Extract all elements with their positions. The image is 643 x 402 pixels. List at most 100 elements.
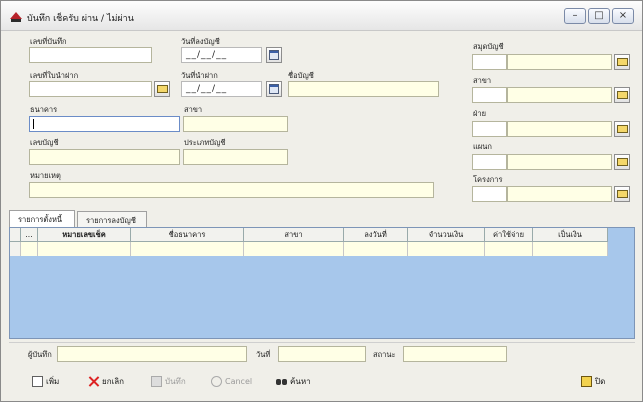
lookup-icon bbox=[617, 58, 628, 66]
ledger-code-field[interactable] bbox=[472, 54, 507, 70]
table-cell[interactable] bbox=[38, 242, 131, 256]
window-title: บันทึก เช็ครับ ผ่าน / ไม่ผ่าน bbox=[27, 14, 134, 24]
record-date-field[interactable]: __/__/__ bbox=[181, 47, 262, 63]
table-cell[interactable] bbox=[485, 242, 533, 256]
items-grid[interactable]: ... หมายเลขเช็ค ชื่อธนาคาร สาขา ลงวันที่… bbox=[9, 227, 635, 339]
exit-door-icon bbox=[581, 375, 592, 387]
lookup-icon bbox=[617, 158, 628, 166]
division-lookup-button[interactable] bbox=[614, 121, 630, 137]
deposit-date-field[interactable]: __/__/__ bbox=[181, 81, 262, 97]
grid-column-header[interactable]: สาขา bbox=[244, 228, 344, 242]
side-branch-label: สาขา bbox=[473, 76, 492, 85]
cancel-button-label: Cancel bbox=[225, 376, 253, 386]
department-lookup-button[interactable] bbox=[614, 154, 630, 170]
table-cell[interactable] bbox=[408, 242, 485, 256]
department-name-field bbox=[507, 154, 612, 170]
save-button[interactable]: บันทึก bbox=[151, 373, 186, 389]
floppy-icon bbox=[151, 375, 162, 387]
lookup-icon bbox=[617, 91, 628, 99]
record-date-picker-button[interactable] bbox=[266, 47, 282, 63]
remark-field[interactable] bbox=[29, 182, 434, 198]
tab-debt-items[interactable]: รายการตั้งหนี้ bbox=[9, 210, 75, 228]
table-cell[interactable] bbox=[244, 242, 344, 256]
footer-date-label: วันที่ bbox=[256, 350, 271, 359]
account-type-label: ประเภทบัญชี bbox=[184, 138, 226, 147]
minimize-button[interactable]: – bbox=[564, 8, 586, 24]
side-branch-code-field[interactable] bbox=[472, 87, 507, 103]
deposit-slip-field[interactable] bbox=[29, 81, 152, 97]
ledger-name-field bbox=[507, 54, 612, 70]
division-label: ฝ่าย bbox=[473, 109, 487, 118]
new-button-label: เพิ่ม bbox=[46, 376, 60, 386]
grid-column-header[interactable]: ลงวันที่ bbox=[344, 228, 408, 242]
delete-button-label: ยกเลิก bbox=[102, 376, 125, 386]
side-branch-name-field bbox=[507, 87, 612, 103]
find-button-label: ค้นหา bbox=[290, 376, 311, 386]
grid-column-header[interactable]: ชื่อธนาคาร bbox=[131, 228, 244, 242]
lookup-icon bbox=[617, 190, 628, 198]
new-document-icon bbox=[32, 375, 43, 387]
bank-label: ธนาคาร bbox=[30, 105, 58, 114]
close-button[interactable]: ปิด bbox=[581, 373, 605, 389]
table-cell[interactable] bbox=[533, 242, 608, 256]
table-row[interactable] bbox=[10, 242, 608, 256]
ledger-label: สมุดบัญชี bbox=[473, 42, 504, 51]
table-cell[interactable] bbox=[131, 242, 244, 256]
find-button[interactable]: ค้นหา bbox=[276, 373, 311, 389]
grid-header: ... หมายเลขเช็ค ชื่อธนาคาร สาขา ลงวันที่… bbox=[10, 228, 608, 242]
binoculars-icon bbox=[276, 376, 287, 387]
grid-column-header[interactable]: จำนวนเงิน bbox=[408, 228, 485, 242]
project-label: โครงการ bbox=[473, 175, 503, 184]
table-cell[interactable] bbox=[21, 242, 38, 256]
maximize-button[interactable]: □ bbox=[588, 8, 610, 24]
close-button-label: ปิด bbox=[595, 376, 606, 386]
status-field bbox=[403, 346, 507, 362]
grid-indicator-header bbox=[10, 228, 21, 242]
division-name-field bbox=[507, 121, 612, 137]
grid-column-header[interactable]: ค่าใช้จ่าย bbox=[485, 228, 533, 242]
app-icon bbox=[10, 12, 22, 22]
status-label: สถานะ bbox=[373, 350, 396, 359]
table-cell[interactable] bbox=[344, 242, 408, 256]
delete-button[interactable]: ยกเลิก bbox=[88, 373, 124, 389]
account-name-field[interactable] bbox=[288, 81, 439, 97]
main-window: บันทึก เช็ครับ ผ่าน / ไม่ผ่าน – □ × เลขท… bbox=[0, 0, 643, 402]
account-type-field[interactable] bbox=[183, 149, 288, 165]
project-lookup-button[interactable] bbox=[614, 186, 630, 202]
lookup-icon bbox=[617, 125, 628, 133]
deposit-date-picker-button[interactable] bbox=[266, 81, 282, 97]
account-no-label: เลขบัญชี bbox=[30, 138, 59, 147]
record-no-field[interactable] bbox=[29, 47, 152, 63]
branch-label: สาขา bbox=[184, 105, 203, 114]
branch-field[interactable] bbox=[183, 116, 288, 132]
recorder-label: ผู้บันทึก bbox=[28, 350, 52, 359]
remark-label: หมายเหตุ bbox=[30, 171, 61, 180]
row-indicator bbox=[10, 242, 21, 256]
department-label: แผนก bbox=[473, 142, 492, 151]
grid-column-header[interactable]: หมายเลขเช็ค bbox=[38, 228, 131, 242]
close-window-button[interactable]: × bbox=[612, 8, 634, 24]
department-code-field[interactable] bbox=[472, 154, 507, 170]
project-code-field[interactable] bbox=[472, 186, 507, 202]
tab-ledger-items[interactable]: รายการลงบัญชี bbox=[77, 211, 147, 228]
new-button[interactable]: เพิ่ม bbox=[32, 373, 59, 389]
project-name-field bbox=[507, 186, 612, 202]
text-caret bbox=[33, 119, 34, 129]
grid-column-header[interactable]: ... bbox=[21, 228, 38, 242]
account-no-field[interactable] bbox=[29, 149, 180, 165]
ledger-lookup-button[interactable] bbox=[614, 54, 630, 70]
save-button-label: บันทึก bbox=[165, 376, 186, 386]
calendar-icon bbox=[269, 84, 279, 94]
undo-icon bbox=[211, 375, 222, 387]
x-icon bbox=[88, 376, 99, 387]
lookup-icon bbox=[157, 85, 168, 93]
title-bar: บันทึก เช็ครับ ผ่าน / ไม่ผ่าน – □ × bbox=[1, 1, 642, 31]
deposit-slip-lookup-button[interactable] bbox=[154, 81, 170, 97]
bank-field[interactable] bbox=[29, 116, 180, 132]
cancel-button[interactable]: Cancel bbox=[211, 373, 252, 389]
side-branch-lookup-button[interactable] bbox=[614, 87, 630, 103]
division-code-field[interactable] bbox=[472, 121, 507, 137]
grid-column-header[interactable]: เป็นเงิน bbox=[533, 228, 608, 242]
calendar-icon bbox=[269, 50, 279, 60]
recorder-field bbox=[57, 346, 247, 362]
